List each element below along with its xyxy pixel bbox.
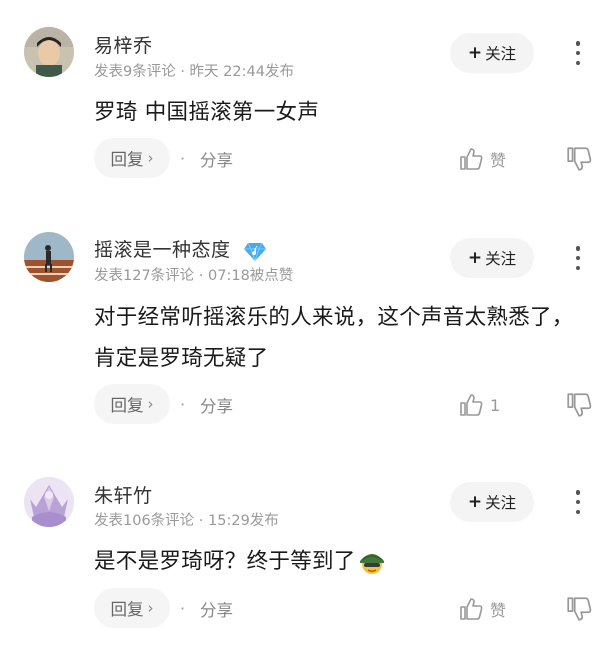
chevron-right-icon: ›: [147, 395, 154, 413]
like-button[interactable]: 赞: [458, 145, 506, 173]
share-button[interactable]: 分享: [200, 393, 233, 417]
like-button[interactable]: 1: [458, 391, 500, 419]
avatar[interactable]: [24, 477, 74, 527]
comment-text: 罗琦 中国摇滚第一女声: [94, 100, 320, 125]
plus-icon: +: [467, 248, 483, 268]
reply-label: 回复: [110, 150, 144, 169]
avatar[interactable]: [24, 232, 74, 282]
thumbs-down-icon[interactable]: [565, 391, 593, 419]
comment-meta: 发表127条评论 · 07:18被点赞: [94, 268, 294, 284]
comment-meta: 发表9条评论 · 昨天 22:44发布: [94, 64, 294, 80]
soldier-emoji-icon: [359, 554, 384, 574]
like-button[interactable]: 赞: [458, 595, 506, 623]
separator-dot: ·: [180, 149, 186, 168]
thumbs-up-icon: [460, 598, 483, 620]
chevron-right-icon: ›: [147, 149, 154, 167]
reply-button[interactable]: 回复 ›: [94, 384, 170, 424]
follow-label: 关注: [485, 494, 517, 512]
avatar-image: [24, 232, 74, 282]
like-label: 赞: [490, 151, 507, 170]
avatar-image: [24, 477, 74, 527]
reply-button[interactable]: 回复 ›: [94, 588, 170, 628]
comment-text-content: 是不是罗琦呀？终于等到了: [94, 549, 356, 574]
thumbs-up-icon: [460, 394, 483, 416]
follow-label: 关注: [485, 250, 517, 268]
more-options-icon[interactable]: [566, 487, 590, 517]
comment-meta: 发表106条评论 · 15:29发布: [94, 513, 279, 529]
username[interactable]: 易梓乔: [94, 31, 153, 58]
follow-button[interactable]: + 关注: [450, 33, 534, 73]
username[interactable]: 朱轩竹: [94, 481, 153, 508]
share-button[interactable]: 分享: [200, 597, 233, 621]
reply-button[interactable]: 回复 ›: [94, 138, 170, 178]
share-button[interactable]: 分享: [200, 147, 233, 171]
comment-text: 是不是罗琦呀？终于等到了: [94, 541, 594, 582]
music-diamond-icon: [244, 242, 267, 261]
chevron-right-icon: ›: [147, 599, 154, 617]
comment-text: 对于经常听摇滚乐的人来说，这个声音太熟悉了，肯定是罗琦无疑了: [94, 305, 574, 371]
plus-icon: +: [467, 43, 483, 63]
separator-dot: ·: [180, 395, 186, 414]
thumbs-up-icon: [460, 148, 483, 170]
like-label: 赞: [490, 601, 507, 620]
follow-button[interactable]: + 关注: [450, 482, 534, 522]
username-text: 摇滚是一种态度: [94, 239, 231, 261]
username[interactable]: 摇滚是一种态度: [94, 235, 267, 263]
avatar-image: [24, 27, 74, 77]
avatar[interactable]: [24, 27, 74, 77]
thumbs-down-icon[interactable]: [565, 595, 593, 623]
separator-dot: ·: [180, 599, 186, 618]
like-count: 1: [490, 395, 501, 415]
reply-label: 回复: [110, 600, 144, 619]
more-options-icon[interactable]: [566, 243, 590, 273]
more-options-icon[interactable]: [566, 38, 590, 68]
thumbs-down-icon[interactable]: [565, 145, 593, 173]
reply-label: 回复: [110, 396, 144, 415]
follow-button[interactable]: + 关注: [450, 238, 534, 278]
follow-label: 关注: [485, 45, 517, 63]
plus-icon: +: [467, 492, 483, 512]
